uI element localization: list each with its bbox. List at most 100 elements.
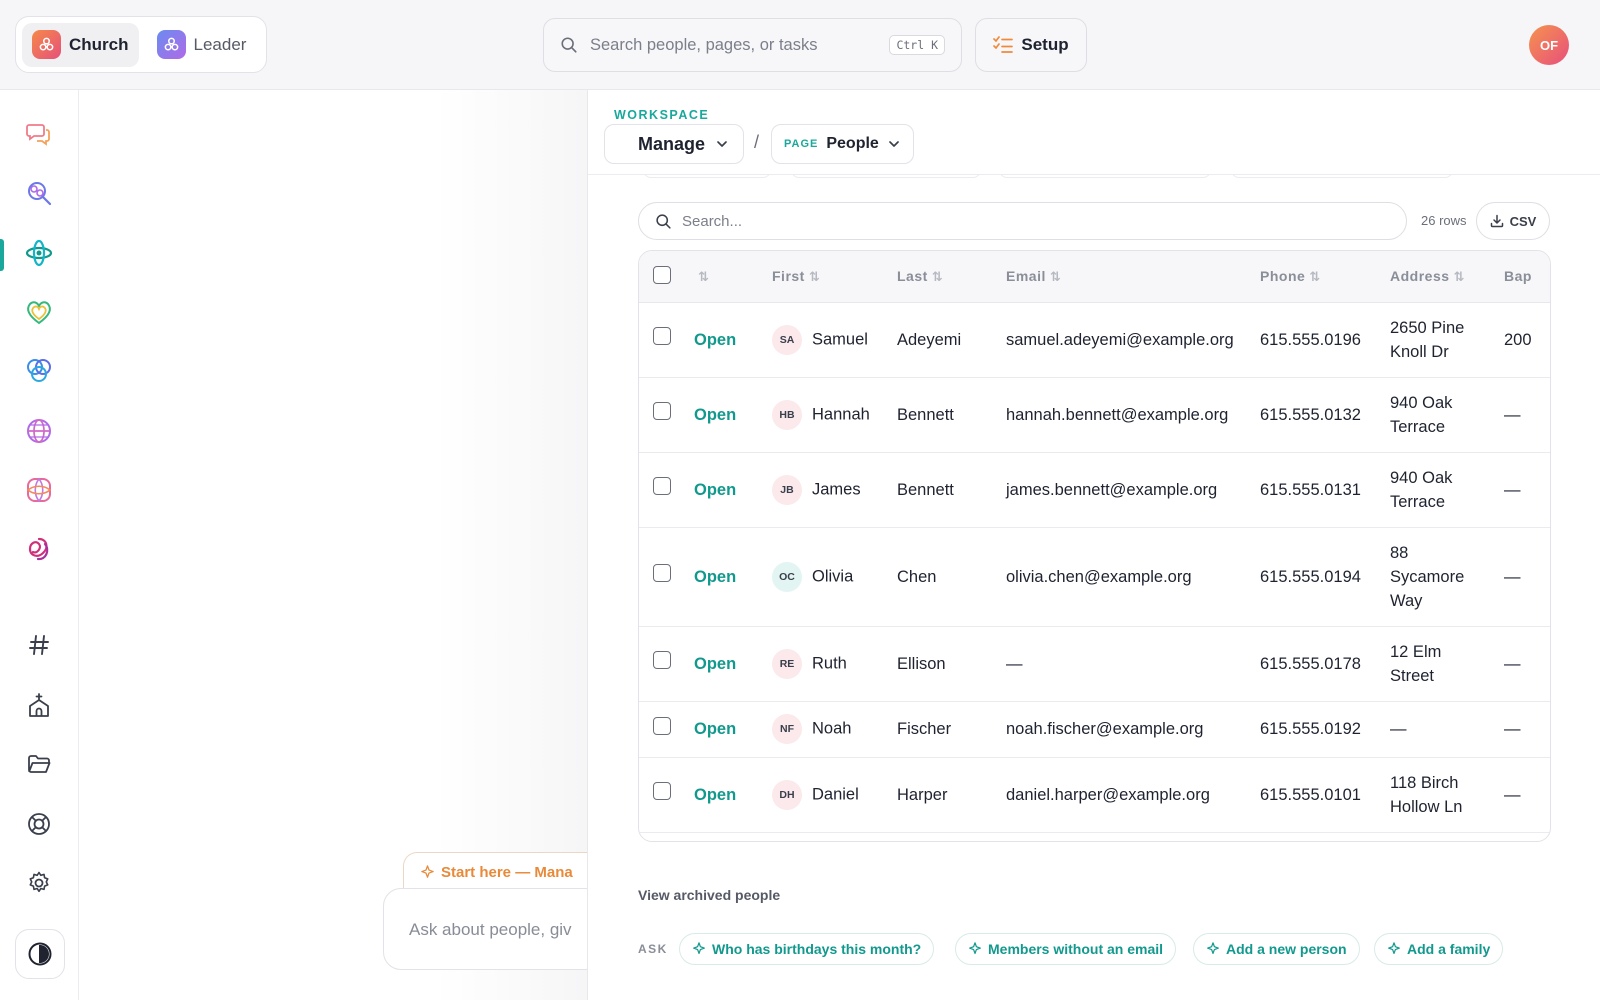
phone: 615.555.0132 xyxy=(1260,405,1361,424)
open-column-header[interactable]: ⇅ xyxy=(694,251,772,303)
open-record-link[interactable]: Open xyxy=(694,720,736,738)
table-row[interactable]: Open NF Noah Fischer noah.fischer@example… xyxy=(639,701,1550,758)
setup-button[interactable]: Setup xyxy=(975,18,1087,72)
open-record-link[interactable]: Open xyxy=(694,655,736,673)
row-checkbox[interactable] xyxy=(653,477,671,495)
page-dropdown[interactable]: PAGE People xyxy=(771,124,914,164)
address: 940 Oak Terrace xyxy=(1390,393,1453,436)
csv-export-label: CSV xyxy=(1509,213,1537,229)
open-record-link[interactable]: Open xyxy=(694,568,736,586)
baptism-date: — xyxy=(1504,720,1521,738)
sparkle-icon xyxy=(421,865,434,878)
sidebar-item-search-people[interactable] xyxy=(20,174,58,212)
first-name: James xyxy=(812,479,861,498)
table-search-input[interactable]: Search... xyxy=(638,202,1407,240)
sidebar-item-settings[interactable] xyxy=(20,864,58,902)
address: — xyxy=(1390,720,1407,738)
sidebar-item-knot[interactable] xyxy=(20,530,58,568)
table-row[interactable]: Open HB Hannah Bennett hannah.bennett@exa… xyxy=(639,377,1550,453)
open-record-link[interactable]: Open xyxy=(694,481,736,499)
sort-icon: ⇅ xyxy=(1309,268,1321,284)
row-checkbox[interactable] xyxy=(653,402,671,420)
workspace-dropdown[interactable]: Manage xyxy=(604,124,744,164)
sidebar-item-flower[interactable] xyxy=(20,471,58,509)
checklist-icon xyxy=(993,36,1014,53)
sidebar-item-rings[interactable] xyxy=(20,352,58,390)
row-checkbox[interactable] xyxy=(653,564,671,582)
table-row[interactable]: Open RE Ruth Ellison — 615.555.0178 12 El… xyxy=(639,626,1550,702)
phone: 615.555.0101 xyxy=(1260,785,1361,804)
row-checkbox[interactable] xyxy=(653,782,671,800)
column-header-last[interactable]: Last ⇅ xyxy=(897,251,1006,303)
sort-icon: ⇅ xyxy=(1049,268,1062,284)
column-header-email[interactable]: Email ⇅ xyxy=(1006,251,1260,303)
church-icon xyxy=(29,693,49,717)
address: 118 Birch Hollow Ln xyxy=(1390,773,1463,816)
suggestion-birthdays-chip[interactable]: Who has birthdays this month? xyxy=(679,933,935,965)
switch-church-label: Church xyxy=(69,34,129,54)
column-header-address[interactable]: Address ⇅ xyxy=(1390,251,1504,303)
row-checkbox[interactable] xyxy=(653,716,671,735)
table-row[interactable]: Open JB James Bennett james.bennett@examp… xyxy=(639,452,1550,528)
gear-icon xyxy=(29,871,49,893)
workspace-pane: WORKSPACE Manage / PAGE People Search...… xyxy=(587,90,1600,1000)
sidebar-item-chat[interactable] xyxy=(20,115,58,153)
rows-count: 26 rows xyxy=(1421,213,1467,228)
row-checkbox[interactable] xyxy=(653,327,671,345)
sort-icon: ⇅ xyxy=(808,268,821,284)
assistant-input-placeholder: Ask about people, giv xyxy=(409,920,572,939)
baptism-date: — xyxy=(1504,405,1521,424)
person-avatar: RE xyxy=(772,648,802,679)
table-row[interactable]: Open DH Daniel Harper daniel.harper@examp… xyxy=(639,757,1550,833)
open-record-link[interactable]: Open xyxy=(694,331,736,349)
last-name: Harper xyxy=(897,785,948,804)
table-header-row: ⇅ First ⇅ Last ⇅ Email ⇅ Phone ⇅ Address ⇅ Ba… xyxy=(639,251,1550,303)
global-search[interactable]: Search people, pages, or tasks Ctrl K xyxy=(543,18,962,72)
chevron-down-icon xyxy=(888,141,899,147)
column-header-baptism[interactable]: Bap xyxy=(1504,251,1550,303)
column-header-label: Address xyxy=(1390,267,1450,284)
search-icon xyxy=(561,37,577,53)
email: james.bennett@example.org xyxy=(1006,480,1218,499)
suggestion-add-person-chip[interactable]: Add a new person xyxy=(1193,933,1360,965)
sidebar-item-church[interactable] xyxy=(20,686,58,724)
switch-church-button[interactable]: Church xyxy=(22,22,139,67)
open-record-link[interactable]: Open xyxy=(694,786,736,804)
start-here-chip[interactable]: Start here — Mana xyxy=(403,852,603,892)
sidebar-item-help[interactable] xyxy=(20,805,58,843)
heart-icon xyxy=(27,301,51,325)
sidebar-item-heart[interactable] xyxy=(20,293,58,331)
sidebar-item-globe[interactable] xyxy=(20,412,58,450)
folder-icon xyxy=(28,755,51,773)
select-all-cell xyxy=(639,251,694,303)
table-row[interactable]: Open OC Olivia Chen olivia.chen@example.o… xyxy=(639,527,1550,627)
last-name: Bennett xyxy=(897,480,954,499)
sidebar-item-files[interactable] xyxy=(20,745,58,783)
suggestion-label: Members without an email xyxy=(988,941,1164,957)
row-checkbox[interactable] xyxy=(653,651,671,669)
table-row[interactable]: Open SA Samuel Adeyemi samuel.adeyemi@exa… xyxy=(639,302,1550,378)
view-archived-link[interactable]: View archived people xyxy=(638,887,780,903)
select-all-checkbox[interactable] xyxy=(653,265,671,284)
theme-toggle-button[interactable] xyxy=(15,929,65,979)
column-header-first[interactable]: First ⇅ xyxy=(772,251,897,303)
csv-export-button[interactable]: CSV xyxy=(1476,202,1550,240)
user-avatar[interactable]: OF xyxy=(1529,25,1569,65)
app-switcher: Church Leader xyxy=(15,16,267,73)
suggestion-no-email-chip[interactable]: Members without an email xyxy=(955,933,1177,965)
email: hannah.bennett@example.org xyxy=(1006,405,1229,424)
phone: 615.555.0192 xyxy=(1260,720,1361,738)
start-here-label: Start here — Mana xyxy=(441,864,573,881)
switch-leader-button[interactable]: Leader xyxy=(147,23,257,67)
sidebar-item-channels[interactable] xyxy=(20,626,58,664)
sidebar-item-tool[interactable] xyxy=(20,234,58,272)
person-avatar: SA xyxy=(772,324,802,355)
church-logo-icon xyxy=(32,30,61,59)
suggestion-add-family-chip[interactable]: Add a family xyxy=(1374,933,1504,965)
assistant-input[interactable]: Ask about people, giv xyxy=(383,888,603,970)
sort-icon: ⇅ xyxy=(1453,268,1465,284)
lifebuoy-icon xyxy=(28,813,50,835)
column-header-phone[interactable]: Phone ⇅ xyxy=(1260,251,1390,303)
open-record-link[interactable]: Open xyxy=(694,406,736,424)
first-name: Olivia xyxy=(812,566,854,585)
